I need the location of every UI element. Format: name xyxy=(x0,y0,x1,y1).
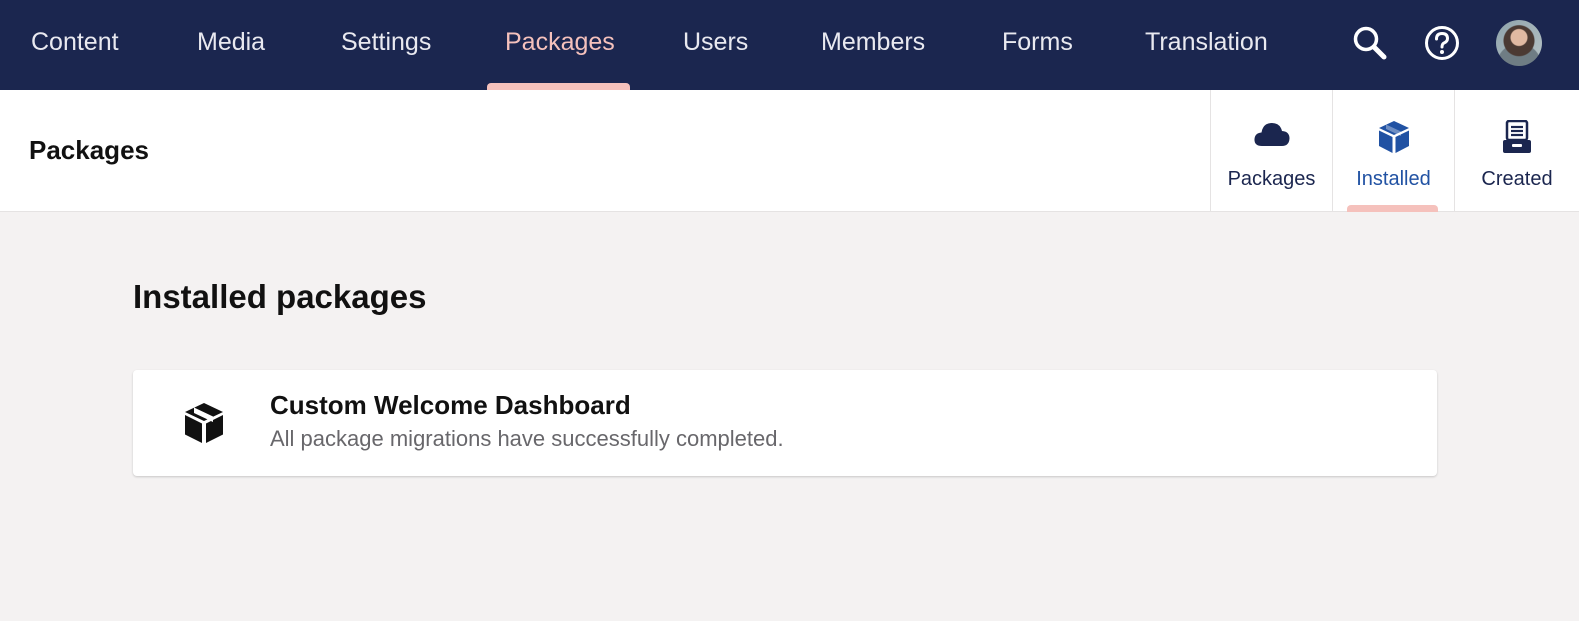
nav-item-media[interactable]: Media xyxy=(197,0,265,90)
nav-item-users[interactable]: Users xyxy=(683,0,748,90)
tab-packages[interactable]: Packages xyxy=(1210,90,1332,212)
package-card[interactable]: Custom Welcome Dashboard All package mig… xyxy=(133,370,1437,476)
package-name: Custom Welcome Dashboard xyxy=(270,390,631,420)
nav-item-content[interactable]: Content xyxy=(31,0,119,90)
nav-item-forms[interactable]: Forms xyxy=(1002,0,1073,90)
active-tab-indicator xyxy=(1347,205,1438,212)
nav-item-members[interactable]: Members xyxy=(821,0,925,90)
page-title: Packages xyxy=(29,135,149,165)
archive-icon xyxy=(1502,119,1532,159)
nav-item-packages[interactable]: Packages xyxy=(505,0,615,90)
avatar[interactable] xyxy=(1496,20,1542,66)
search-icon[interactable] xyxy=(1352,25,1388,66)
nav-item-settings[interactable]: Settings xyxy=(341,0,431,90)
nav-item-translation[interactable]: Translation xyxy=(1145,0,1268,90)
tab-installed-label: Installed xyxy=(1356,168,1431,190)
section-header: Packages Packages Installed Created xyxy=(0,90,1579,212)
cloud-icon xyxy=(1253,120,1291,153)
tab-created-label: Created xyxy=(1481,168,1553,190)
help-icon[interactable] xyxy=(1424,25,1460,66)
package-icon xyxy=(1378,120,1410,159)
section-title: Installed packages xyxy=(133,278,427,315)
tab-packages-label: Packages xyxy=(1227,168,1316,190)
tab-installed[interactable]: Installed xyxy=(1332,90,1454,212)
top-navigation: Content Media Settings Packages Users Me… xyxy=(0,0,1579,91)
tab-created[interactable]: Created xyxy=(1454,90,1579,212)
package-status: All package migrations have successfully… xyxy=(270,426,784,451)
package-icon xyxy=(184,402,224,449)
